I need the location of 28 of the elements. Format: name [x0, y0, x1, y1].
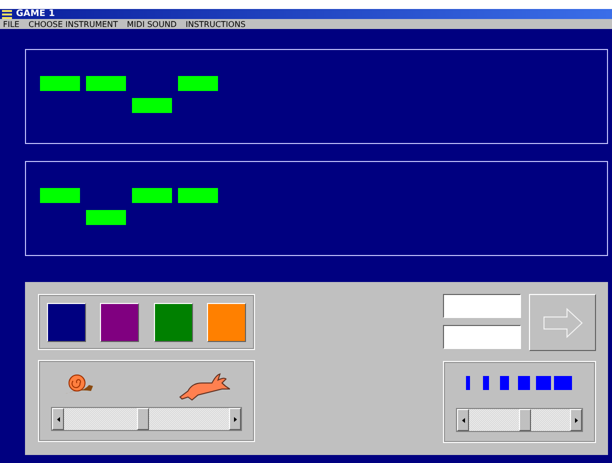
window-title: GAME 1 [16, 9, 55, 19]
right-arrow-icon [542, 308, 582, 338]
slider-thumb[interactable] [518, 409, 531, 431]
slider-thumb[interactable] [137, 408, 150, 430]
color-swatch[interactable] [206, 302, 246, 342]
color-swatch[interactable] [154, 302, 193, 342]
input-field[interactable] [443, 294, 521, 318]
slider[interactable] [51, 407, 242, 431]
menu-item[interactable]: INSTRUCTIONS [186, 20, 246, 28]
volume-bars-icon [466, 376, 574, 390]
left-arrow-icon [56, 416, 60, 422]
menu-item[interactable]: CHOOSE INSTRUMENT [28, 20, 118, 28]
menu-item[interactable]: MIDI SOUND [126, 20, 177, 28]
rabbit-icon [178, 373, 230, 401]
next-button[interactable] [529, 294, 596, 351]
scroll-right-button[interactable] [229, 408, 241, 430]
scroll-left-button[interactable] [52, 408, 64, 430]
slider[interactable] [456, 408, 583, 432]
scroll-left-button[interactable] [457, 409, 469, 431]
right-arrow-icon [574, 418, 578, 422]
left-arrow-icon [462, 418, 464, 422]
input-field[interactable] [443, 325, 521, 349]
right-arrow-icon [234, 416, 236, 422]
menu-item[interactable]: FILE [3, 20, 20, 28]
color-swatch[interactable] [100, 302, 140, 342]
color-swatch[interactable] [47, 302, 86, 342]
scroll-right-button[interactable] [570, 409, 582, 431]
menu-icon [2, 10, 12, 18]
